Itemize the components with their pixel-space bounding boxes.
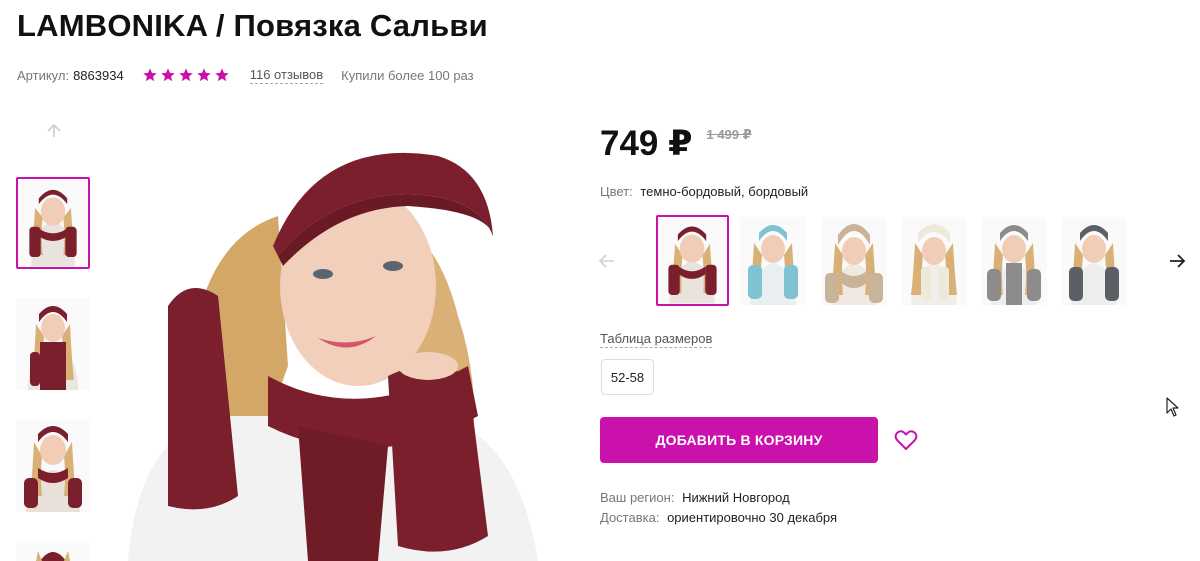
color-option-beige[interactable] bbox=[821, 217, 887, 305]
region-row: Ваш регион: Нижний Новгород bbox=[600, 490, 790, 505]
star-icon bbox=[161, 68, 175, 82]
color-photo bbox=[1061, 217, 1127, 305]
product-photo-thumb bbox=[16, 541, 90, 561]
region-label: Ваш регион: bbox=[600, 490, 675, 505]
add-to-cart-button[interactable]: ДОБАВИТЬ В КОРЗИНУ bbox=[600, 417, 878, 463]
star-icon bbox=[215, 68, 229, 82]
product-meta: Артикул: 8863934 116 отзывов Купили боле… bbox=[17, 66, 474, 84]
product-photo-thumb bbox=[16, 420, 90, 512]
thumbnail-3[interactable] bbox=[16, 420, 90, 512]
sku-label: Артикул: bbox=[17, 67, 70, 83]
color-option-light-blue[interactable] bbox=[740, 217, 806, 305]
color-option-dark-burgundy[interactable] bbox=[656, 215, 729, 306]
color-label: Цвет: bbox=[600, 184, 633, 199]
old-price: 1 499 ₽ bbox=[706, 127, 752, 142]
delivery-value: ориентировочно 30 декабря bbox=[667, 510, 838, 525]
product-photo-thumb bbox=[16, 298, 90, 390]
star-icon bbox=[197, 68, 211, 82]
reviews-link[interactable]: 116 отзывов bbox=[249, 67, 324, 84]
delivery-row: Доставка: ориентировочно 30 декабря bbox=[600, 510, 837, 525]
size-option-52-58[interactable]: 52-58 bbox=[601, 359, 654, 395]
arrow-right-icon[interactable] bbox=[1166, 250, 1188, 272]
color-row: Цвет: темно-бордовый, бордовый bbox=[600, 184, 808, 199]
product-photo bbox=[108, 116, 548, 561]
region-value[interactable]: Нижний Новгород bbox=[682, 490, 790, 505]
color-option-gray[interactable] bbox=[981, 217, 1047, 305]
thumbnail-1[interactable] bbox=[16, 177, 90, 269]
thumbnail-2[interactable] bbox=[16, 298, 90, 390]
bought-count: Купили более 100 раз bbox=[341, 67, 474, 83]
product-photo-thumb bbox=[18, 179, 88, 267]
color-photo bbox=[658, 217, 727, 304]
arrow-up-icon[interactable] bbox=[44, 121, 64, 141]
color-option-cream[interactable] bbox=[901, 217, 967, 305]
price-row: 749 ₽ 1 499 ₽ bbox=[600, 124, 752, 164]
thumbnail-4[interactable] bbox=[16, 541, 90, 561]
color-photo bbox=[981, 217, 1047, 305]
arrow-left-icon[interactable] bbox=[596, 250, 618, 272]
size-table-link[interactable]: Таблица размеров bbox=[600, 331, 713, 348]
current-price: 749 ₽ bbox=[600, 124, 693, 163]
sku-value: 8863934 bbox=[73, 67, 124, 83]
star-icon bbox=[179, 68, 193, 82]
color-option-dark-gray[interactable] bbox=[1061, 217, 1127, 305]
product-title: LAMBONIKA / Повязка Сальви bbox=[17, 8, 488, 43]
heart-icon[interactable] bbox=[894, 429, 918, 451]
rating-stars[interactable] bbox=[142, 67, 230, 83]
star-icon bbox=[143, 68, 157, 82]
delivery-label: Доставка: bbox=[600, 510, 660, 525]
color-photo bbox=[740, 217, 806, 305]
text-cursor-icon bbox=[1166, 397, 1179, 417]
color-photo bbox=[901, 217, 967, 305]
color-photo bbox=[821, 217, 887, 305]
main-product-image[interactable] bbox=[108, 116, 548, 561]
color-value: темно-бордовый, бордовый bbox=[640, 184, 809, 199]
